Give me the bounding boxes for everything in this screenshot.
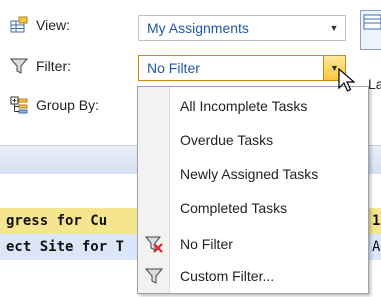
clipped-label: La: [368, 76, 381, 92]
filter-label-group: Filter:: [9, 53, 71, 79]
clear-filter-icon: [145, 236, 163, 253]
funnel-icon: [145, 268, 163, 284]
view-dropdown[interactable]: My Assignments ▼: [138, 15, 346, 41]
chevron-down-icon[interactable]: ▼: [323, 16, 345, 40]
funnel-icon: [9, 57, 29, 75]
menu-item-label: No Filter: [180, 236, 233, 252]
row-value: A: [372, 239, 381, 255]
menu-item-all-incomplete-tasks[interactable]: All Incomplete Tasks: [138, 89, 368, 123]
mouse-cursor-icon: [338, 68, 356, 92]
menu-item-label: All Incomplete Tasks: [180, 98, 308, 114]
menu-item-no-filter[interactable]: No Filter: [138, 227, 368, 261]
view-dropdown-value: My Assignments: [147, 20, 249, 36]
group-by-label: Group By:: [36, 97, 100, 113]
view-label: View:: [36, 17, 70, 33]
menu-item-label: Newly Assigned Tasks: [180, 166, 319, 182]
filter-dropdown[interactable]: No Filter ▼: [138, 55, 346, 81]
filter-menu: All Incomplete Tasks Overdue Tasks Newly…: [137, 86, 369, 294]
menu-item-label: Completed Tasks: [180, 200, 288, 216]
table-icon: [363, 14, 381, 30]
filter-label: Filter:: [36, 58, 71, 74]
menu-item-custom-filter[interactable]: Custom Filter...: [138, 259, 368, 293]
view-label-group: View:: [10, 12, 70, 38]
menu-item-completed-tasks[interactable]: Completed Tasks: [138, 191, 368, 225]
row-title: gress for Cu: [6, 213, 108, 229]
menu-item-label: Custom Filter...: [180, 268, 275, 284]
row-value: 1: [372, 213, 381, 229]
view-grid-icon: [10, 16, 28, 34]
row-title: ect Site for T: [6, 239, 125, 255]
group-by-icon: [10, 96, 28, 114]
menu-item-newly-assigned-tasks[interactable]: Newly Assigned Tasks: [138, 157, 368, 191]
menu-item-overdue-tasks[interactable]: Overdue Tasks: [138, 123, 368, 157]
group-by-label-group: Group By:: [10, 92, 99, 118]
filter-dropdown-value: No Filter: [147, 60, 200, 76]
menu-item-label: Overdue Tasks: [180, 132, 274, 148]
clipped-ribbon-button[interactable]: [360, 10, 381, 50]
